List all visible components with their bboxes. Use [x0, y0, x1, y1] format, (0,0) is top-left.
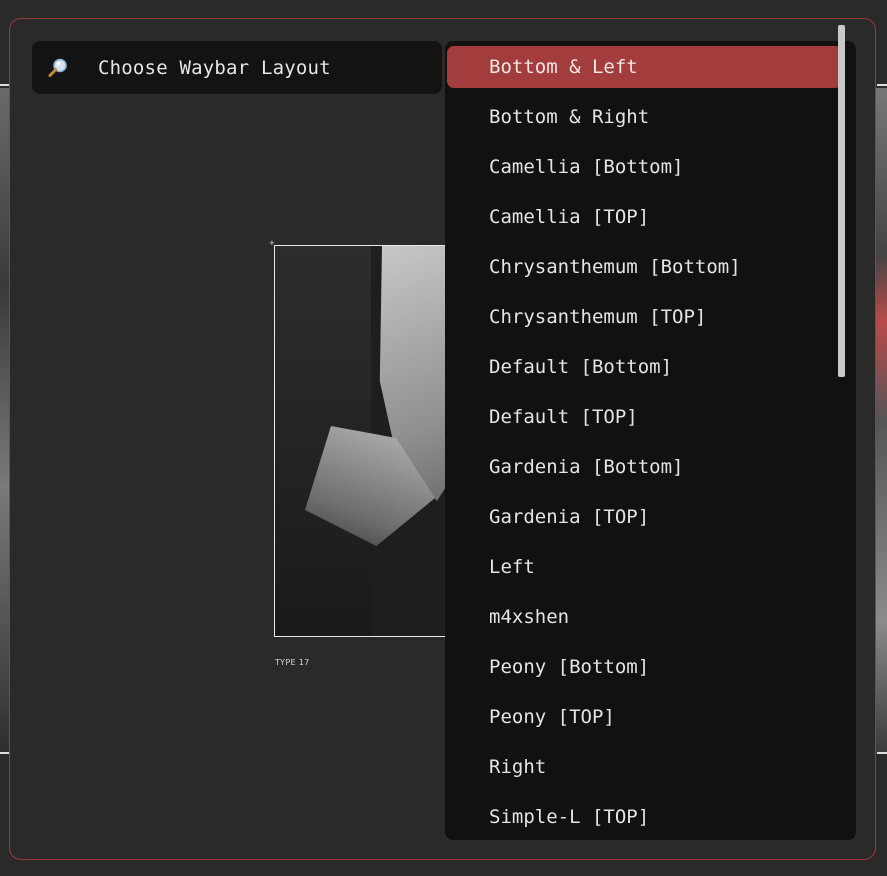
launcher-window: Choose Waybar Layout + TYPE 17 Bottom & … [9, 18, 876, 860]
list-scrollbar[interactable] [838, 25, 845, 815]
magnifier-icon [46, 56, 70, 80]
list-item[interactable]: Peony [Bottom] [447, 646, 842, 688]
preview-caption: TYPE 17 [275, 658, 310, 667]
layout-list: Bottom & Left Bottom & Right Camellia [B… [445, 41, 856, 840]
desktop-screen: Choose Waybar Layout + TYPE 17 Bottom & … [0, 0, 887, 876]
list-item[interactable]: Default [Bottom] [447, 346, 842, 388]
list-item[interactable]: Left [447, 546, 842, 588]
scrollbar-thumb[interactable] [838, 25, 845, 377]
layout-preview-image [274, 245, 474, 637]
wallpaper-frame-line [877, 84, 887, 86]
list-item[interactable]: Default [TOP] [447, 396, 842, 438]
list-item[interactable]: Camellia [TOP] [447, 196, 842, 238]
list-item[interactable]: Simple-L [TOP] [447, 796, 842, 838]
wallpaper-right-edge [875, 88, 887, 754]
list-item[interactable]: Right [447, 746, 842, 788]
list-item[interactable]: Bottom & Right [447, 96, 842, 138]
list-item[interactable]: Bottom & Left [447, 46, 842, 88]
search-bar[interactable]: Choose Waybar Layout [32, 41, 442, 94]
wallpaper-frame-line [877, 752, 887, 754]
list-item[interactable]: Peony [TOP] [447, 696, 842, 738]
list-item[interactable]: Gardenia [Bottom] [447, 446, 842, 488]
list-item[interactable]: m4xshen [447, 596, 842, 638]
list-item[interactable]: Camellia [Bottom] [447, 146, 842, 188]
list-item[interactable]: Gardenia [TOP] [447, 496, 842, 538]
list-item[interactable]: Chrysanthemum [Bottom] [447, 246, 842, 288]
search-prompt[interactable]: Choose Waybar Layout [98, 57, 331, 79]
list-item[interactable]: Chrysanthemum [TOP] [447, 296, 842, 338]
